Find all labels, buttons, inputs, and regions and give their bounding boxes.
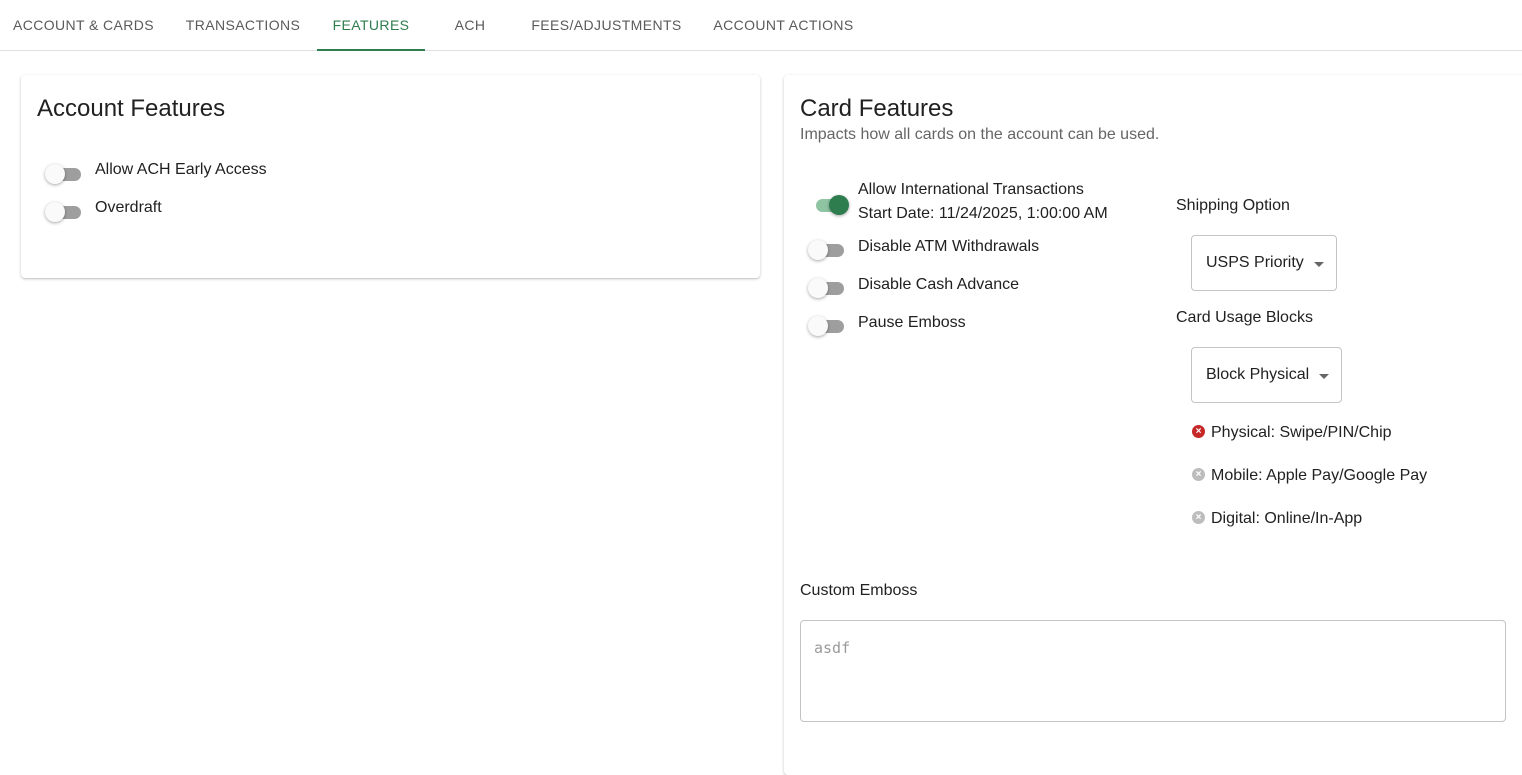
overdraft-label: Overdraft	[95, 199, 162, 216]
tab-features[interactable]: FEATURES	[317, 0, 425, 51]
allow-international-transactions-label: Allow International Transactions	[858, 181, 1084, 198]
toggle-thumb	[829, 195, 849, 215]
disable-cash-advance-label: Disable Cash Advance	[858, 276, 1019, 293]
card-usage-blocks-value: Block Physical	[1206, 366, 1310, 383]
x-circle-icon: ×	[1192, 511, 1205, 524]
tab-account-actions[interactable]: ACCOUNT ACTIONS	[698, 0, 869, 50]
custom-emboss-input[interactable]: asdf	[800, 620, 1506, 722]
toggle-thumb	[808, 278, 828, 298]
pause-emboss-label: Pause Emboss	[858, 314, 966, 331]
tab-ach[interactable]: ACH	[425, 0, 515, 50]
toggle-thumb	[808, 240, 828, 260]
shipping-option-value: USPS Priority	[1206, 254, 1304, 271]
card-usage-blocks-label: Card Usage Blocks	[1176, 309, 1313, 326]
overdraft-toggle[interactable]	[45, 200, 85, 224]
tab-transactions[interactable]: TRANSACTIONS	[170, 0, 316, 50]
caret-down-icon	[1319, 374, 1329, 379]
allow-ach-early-access-label: Allow ACH Early Access	[95, 161, 267, 178]
custom-emboss-placeholder: asdf	[814, 639, 851, 657]
usage-block-physical-label: Physical: Swipe/PIN/Chip	[1211, 424, 1392, 441]
allow-international-transactions-toggle[interactable]	[810, 193, 850, 217]
toggle-thumb	[45, 164, 65, 184]
disable-cash-advance-toggle[interactable]	[808, 276, 848, 300]
x-circle-icon: ×	[1192, 425, 1205, 438]
pause-emboss-toggle[interactable]	[808, 314, 848, 338]
allow-ach-early-access-toggle[interactable]	[45, 162, 85, 186]
card-usage-blocks-select[interactable]: Block Physical	[1191, 347, 1342, 403]
shipping-option-select[interactable]: USPS Priority	[1191, 235, 1337, 291]
account-features-card: Account Features Allow ACH Early Access …	[21, 75, 760, 278]
tab-account-cards[interactable]: ACCOUNT & CARDS	[0, 0, 167, 50]
usage-block-digital-label: Digital: Online/In-App	[1211, 510, 1363, 527]
shipping-option-label: Shipping Option	[1176, 197, 1290, 214]
toggle-thumb	[808, 316, 828, 336]
usage-block-mobile-label: Mobile: Apple Pay/Google Pay	[1211, 467, 1428, 484]
tab-bar: ACCOUNT & CARDS TRANSACTIONS FEATURES AC…	[0, 0, 1522, 51]
toggle-thumb	[45, 202, 65, 222]
x-circle-icon: ×	[1192, 468, 1205, 481]
disable-atm-withdrawals-toggle[interactable]	[808, 238, 848, 262]
disable-atm-withdrawals-label: Disable ATM Withdrawals	[858, 238, 1040, 255]
international-start-date: Start Date: 11/24/2025, 1:00:00 AM	[858, 205, 1108, 222]
custom-emboss-label: Custom Emboss	[800, 582, 918, 599]
account-features-title: Account Features	[37, 95, 226, 122]
card-features-title: Card Features	[800, 95, 954, 122]
card-features-subtitle: Impacts how all cards on the account can…	[800, 126, 1160, 143]
caret-down-icon	[1314, 262, 1324, 267]
tab-fees-adjustments[interactable]: FEES/ADJUSTMENTS	[515, 0, 698, 50]
